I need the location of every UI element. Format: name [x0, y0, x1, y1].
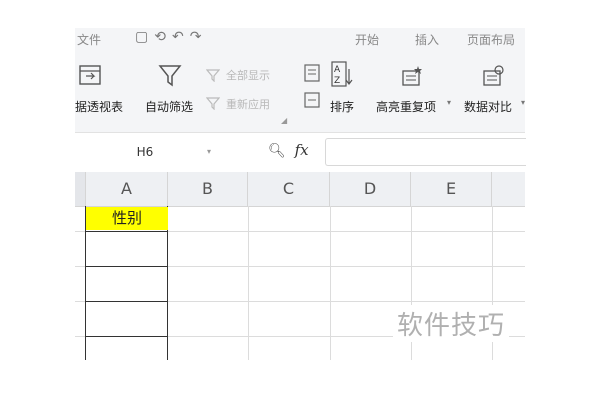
cell-border — [85, 336, 168, 337]
highlight-duplicates-icon[interactable] — [400, 65, 424, 87]
autofilter-button[interactable]: 自动筛选 — [145, 98, 193, 115]
watermark-text: 软件技巧 — [393, 305, 510, 342]
chevron-down-icon[interactable]: ▾ — [521, 98, 525, 107]
column-header-c[interactable]: C — [248, 172, 330, 206]
menu-item-file[interactable]: 文件 — [77, 31, 101, 48]
show-all-button[interactable]: 全部显示 — [226, 67, 270, 83]
reapply-filter-icon[interactable] — [206, 96, 220, 110]
data-compare-icon[interactable] — [481, 65, 505, 87]
cell-border — [85, 301, 168, 302]
svg-text:Z: Z — [334, 76, 340, 86]
data-compare-button[interactable]: 数据对比 — [464, 98, 512, 115]
formula-input[interactable] — [325, 138, 526, 166]
fx-icon[interactable]: fx — [295, 141, 309, 159]
menu-item-home[interactable]: 开始 — [355, 31, 379, 48]
reapply-button[interactable]: 重新应用 — [226, 96, 270, 112]
highlight-duplicates-button[interactable]: 高亮重复项 — [376, 98, 436, 115]
chevron-down-icon[interactable]: ▾ — [207, 141, 211, 163]
column-header-d[interactable]: D — [330, 172, 411, 206]
chevron-down-icon[interactable]: ▾ — [447, 98, 451, 107]
menu-strip: 文件 ▢⟲↶↷ 开始 插入 页面布局 — [75, 28, 525, 48]
pivot-table-button[interactable]: 据透视表 — [75, 98, 123, 115]
zoom-search-icon[interactable]: 🔍︎ — [268, 143, 286, 159]
column-header-a[interactable]: A — [86, 172, 168, 206]
column-header-e[interactable]: E — [411, 172, 492, 206]
select-all-corner[interactable] — [75, 172, 86, 206]
name-box[interactable]: H6 — [75, 141, 215, 163]
formula-bar: H6 ▾ 🔍︎ fx — [75, 132, 526, 173]
column-header-next[interactable] — [492, 172, 525, 206]
pivot-table-icon[interactable] — [78, 64, 102, 86]
cell-border — [85, 266, 168, 267]
sort-az-icon[interactable]: A Z — [331, 61, 353, 89]
menu-item-insert[interactable]: 插入 — [415, 31, 439, 48]
cell-border — [85, 231, 168, 232]
sort-button[interactable]: 排序 — [330, 98, 354, 115]
sort-small-icon[interactable] — [304, 64, 320, 82]
formula-tools: 🔍︎ fx — [268, 141, 309, 159]
column-header-b[interactable]: B — [168, 172, 248, 206]
ribbon-toolbar: 文件 ▢⟲↶↷ 开始 插入 页面布局 据透视表 自动筛选 全部显示 重新应用 ◢… — [75, 28, 525, 132]
quick-access-icons[interactable]: ▢⟲↶↷ — [135, 29, 207, 45]
menu-item-page-layout[interactable]: 页面布局 — [467, 31, 515, 48]
column-header-row: A B C D E — [75, 172, 525, 207]
filter-icon[interactable] — [157, 62, 183, 88]
dialog-launcher-icon[interactable]: ◢ — [281, 116, 287, 125]
show-all-filter-icon[interactable] — [206, 68, 220, 82]
custom-sort-icon[interactable] — [304, 92, 320, 108]
svg-text:A: A — [334, 65, 341, 75]
cell-a1[interactable]: 性别 — [86, 207, 168, 230]
